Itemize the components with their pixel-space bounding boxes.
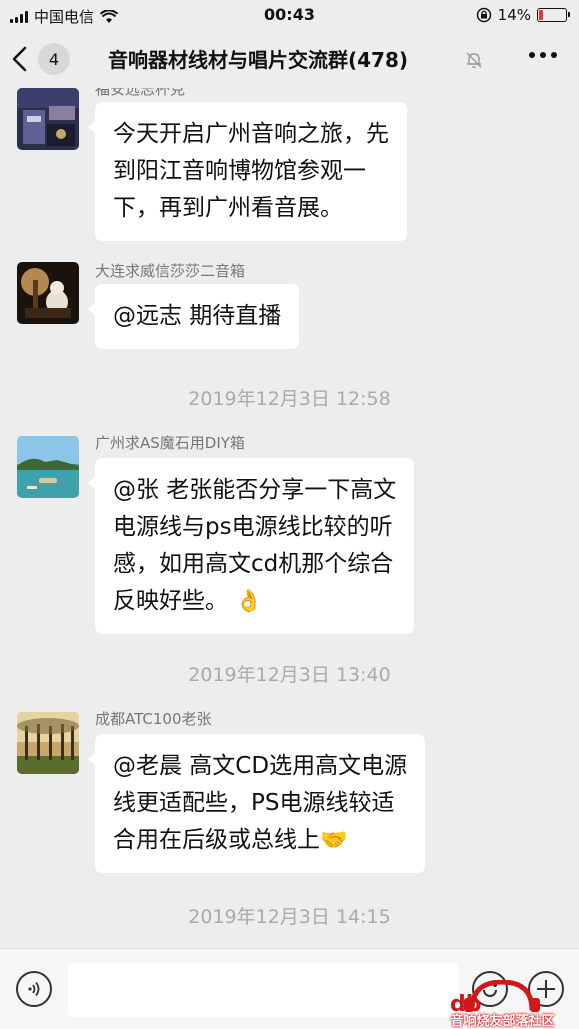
sender-name: 大连求威信莎莎二音箱: [95, 262, 246, 280]
watermark-caption: 音响烧友部落社区: [450, 1014, 555, 1029]
more-options-button[interactable]: [529, 52, 557, 58]
headphones-logo-icon: db: [450, 979, 540, 1017]
message-line: 合用在后级或总线上🤝: [113, 822, 407, 859]
message-input[interactable]: [68, 963, 458, 1017]
message-line: 反映好些。 👌: [113, 583, 396, 620]
timestamp: 2019年12月3日 14:15: [188, 906, 391, 928]
sender-name: 广州求AS魔石用DIY箱: [95, 434, 245, 452]
timestamp: 2019年12月3日 12:58: [188, 388, 391, 410]
ok-hand-emoji-icon: 👌: [235, 589, 263, 614]
message-bubble[interactable]: @老晨 高文CD选用高文电源 线更适配些，PS电源线较适 合用在后级或总线上🤝: [87, 734, 426, 873]
message-bubble[interactable]: @远志 期待直播: [87, 284, 300, 349]
voice-icon: [28, 981, 40, 997]
unread-count-badge: 4: [38, 43, 70, 75]
watermark-logo: db 音响烧友部落社区: [430, 979, 575, 1029]
battery-icon: [537, 8, 570, 22]
more-dots-icon: [529, 52, 535, 58]
status-right: 14%: [476, 6, 570, 24]
handshake-emoji-icon: 🤝: [320, 828, 348, 853]
avatar[interactable]: [17, 88, 79, 150]
message-line: @老晨 高文CD选用高文电源: [113, 753, 408, 779]
message-line: 到阳江音响博物馆参观一: [113, 158, 366, 184]
voice-button[interactable]: [16, 971, 52, 1007]
message-line: @远志 期待直播: [113, 303, 282, 329]
message-line: 电源线与ps电源线比较的听: [113, 514, 393, 540]
status-bar: 中国电信 00:43 14%: [0, 0, 579, 30]
battery-percent: 14%: [497, 6, 531, 24]
timestamp: 2019年12月3日 13:40: [188, 664, 391, 686]
chat-area[interactable]: 福安远志杯克 今天开启广州音响之旅，先 到阳江音响博物馆参观一 下，再到广州看音…: [0, 88, 579, 948]
message-line: 下，再到广州看音展。: [113, 195, 343, 221]
rotation-lock-icon: [476, 7, 491, 23]
chevron-left-icon: [12, 46, 27, 72]
chat-title: 音响器材线材与唱片交流群(478): [108, 48, 409, 72]
avatar[interactable]: [17, 262, 79, 324]
battery-fill: [539, 10, 543, 20]
back-button[interactable]: 4: [10, 42, 80, 76]
message-bubble[interactable]: 今天开启广州音响之旅，先 到阳江音响博物馆参观一 下，再到广州看音展。: [88, 102, 407, 241]
message-bubble[interactable]: @张 老张能否分享一下高文 电源线与ps电源线比较的听 感，如用高文cd机那个综…: [87, 458, 415, 634]
avatar[interactable]: [17, 712, 79, 774]
message-line: 感，如用高文cd机那个综合: [113, 551, 394, 577]
message-line: 线更适配些，PS电源线较适: [113, 790, 395, 816]
message-line: 今天开启广州音响之旅，先: [113, 121, 389, 147]
nav-bar: 4 音响器材线材与唱片交流群(478): [0, 30, 579, 88]
sender-name: 成都ATC100老张: [95, 710, 212, 728]
mute-bell-icon: [466, 52, 482, 68]
avatar[interactable]: [17, 436, 79, 498]
message-line: @张 老张能否分享一下高文: [113, 477, 397, 503]
sender-name: 福安远志杯克: [95, 88, 186, 98]
